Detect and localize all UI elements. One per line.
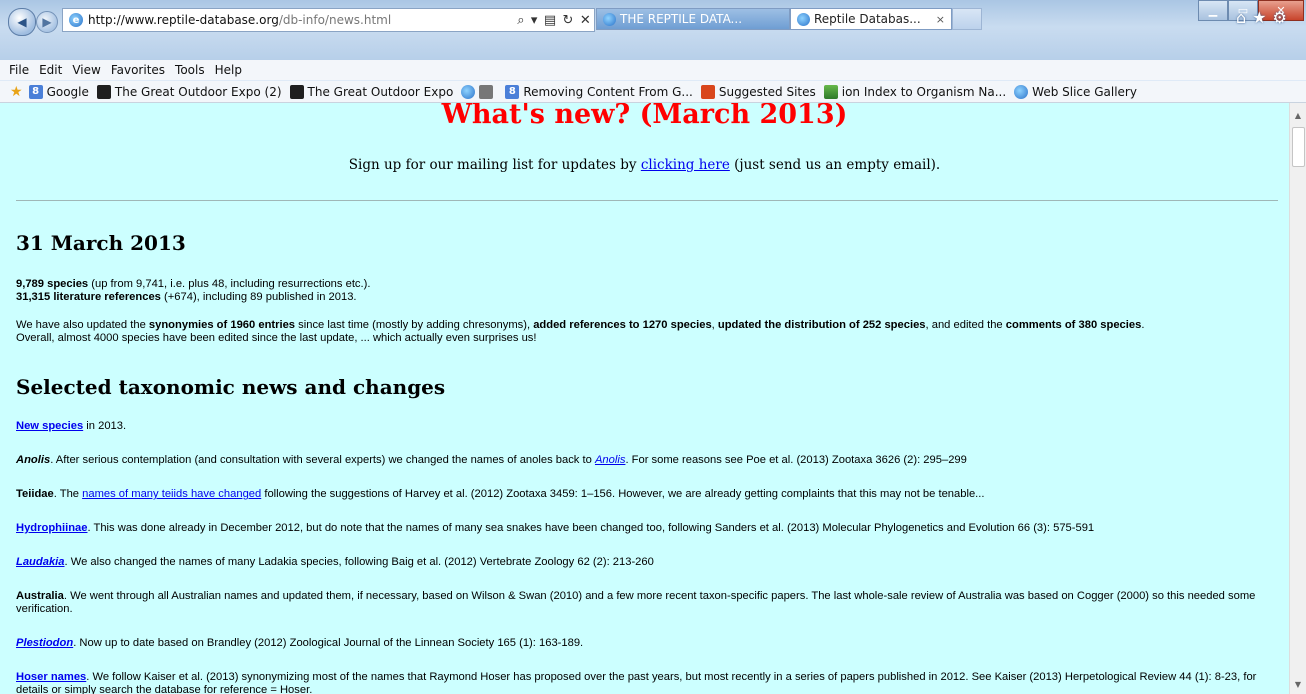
favorite-ion-index[interactable]: ion Index to Organism Na... xyxy=(823,84,1006,99)
news-new-species: New species in 2013. xyxy=(16,420,127,432)
address-tools: ⌕ ▾ ▤ ↻ ✕ xyxy=(514,8,595,32)
news-hoser: Hoser names. We follow Kaiser et al. (20… xyxy=(16,671,1257,694)
hoser-names-link[interactable]: Hoser names xyxy=(16,671,86,683)
ie-icon xyxy=(1014,84,1029,99)
laudakia-link[interactable]: Laudakia xyxy=(16,556,65,568)
horizontal-rule xyxy=(16,200,1278,201)
dark-square-icon xyxy=(96,84,111,99)
ie-tab-icon xyxy=(797,12,810,26)
favorite-outdoor-expo[interactable]: The Great Outdoor Expo xyxy=(289,84,453,99)
page-viewport: What's new? (March 2013) Sign up for our… xyxy=(0,103,1289,694)
ie-tab-icon xyxy=(603,12,616,26)
plestiodon-link[interactable]: Plestiodon xyxy=(16,637,73,649)
browser-title-bar: ▁ ▭ ✕ ◀ ▶ e http://www.reptile-database.… xyxy=(0,0,1306,60)
hydrophiinae-link[interactable]: Hydrophiinae xyxy=(16,522,87,534)
favorite-ie-feeds[interactable] xyxy=(461,84,497,99)
google-icon: 8 xyxy=(28,84,43,99)
toolbar-right-icons: ⌂ ★ ⚙ xyxy=(1236,8,1287,27)
favorite-removing-content[interactable]: 8 Removing Content From G... xyxy=(505,84,693,99)
forward-arrow-icon: ▶ xyxy=(42,15,52,29)
tab-reptile-database-active[interactable]: Reptile Databas... × xyxy=(790,8,952,30)
new-tab-button[interactable] xyxy=(952,8,982,30)
dropdown-icon[interactable]: ▾ xyxy=(531,13,538,28)
back-button[interactable]: ◀ xyxy=(8,8,36,36)
menu-view[interactable]: View xyxy=(67,63,105,77)
gear-icon[interactable]: ⚙ xyxy=(1273,8,1287,27)
menu-edit[interactable]: Edit xyxy=(34,63,67,77)
add-favorite-star-icon[interactable]: ★ xyxy=(10,84,23,100)
favorite-web-slice-gallery[interactable]: Web Slice Gallery xyxy=(1014,84,1137,99)
home-icon[interactable]: ⌂ xyxy=(1236,8,1246,27)
news-teiidae: Teiidae. The names of many teiids have c… xyxy=(16,488,985,500)
stop-icon[interactable]: ✕ xyxy=(580,13,591,28)
menu-bar: File Edit View Favorites Tools Help xyxy=(0,60,1306,80)
anolis-link[interactable]: Anolis xyxy=(595,454,625,466)
mailing-list-link[interactable]: clicking here xyxy=(641,157,730,173)
address-bar[interactable]: e http://www.reptile-database.org/db-inf… xyxy=(62,8,516,32)
dark-square-icon xyxy=(289,84,304,99)
google-icon: 8 xyxy=(505,84,520,99)
update-paragraph: We have also updated the synonymies of 1… xyxy=(16,319,1145,344)
menu-tools[interactable]: Tools xyxy=(170,63,210,77)
search-icon[interactable]: ⌕ xyxy=(517,13,524,28)
scroll-down-arrow-icon[interactable]: ▼ xyxy=(1290,676,1306,692)
scroll-thumb[interactable] xyxy=(1292,127,1305,167)
url-path: /db-info/news.html xyxy=(278,13,392,27)
stats-paragraph: 9,789 species (up from 9,741, i.e. plus … xyxy=(16,278,371,303)
scroll-up-arrow-icon[interactable]: ▲ xyxy=(1290,107,1306,123)
news-hydrophiinae: Hydrophiinae. This was done already in D… xyxy=(16,522,1095,534)
news-australia: Australia. We went through all Australia… xyxy=(16,590,1256,615)
minimize-button[interactable]: ▁ xyxy=(1198,0,1228,21)
favorite-suggested-sites[interactable]: Suggested Sites xyxy=(700,84,816,99)
favorites-bar: ★ 8 Google The Great Outdoor Expo (2) The… xyxy=(0,81,1306,103)
menu-favorites[interactable]: Favorites xyxy=(106,63,170,77)
ion-icon xyxy=(823,84,838,99)
selected-news-heading: Selected taxonomic news and changes xyxy=(16,375,446,399)
news-laudakia: Laudakia. We also changed the names of m… xyxy=(16,556,654,568)
teiids-link[interactable]: names of many teiids have changed xyxy=(82,488,261,500)
news-plestiodon: Plestiodon. Now up to date based on Bran… xyxy=(16,637,584,649)
tab-label: Reptile Databas... xyxy=(814,12,921,26)
menu-file[interactable]: File xyxy=(0,63,34,77)
mailing-list-text: Sign up for our mailing list for updates… xyxy=(348,157,941,173)
tab-label: THE REPTILE DATA... xyxy=(620,12,743,26)
tab-close-icon[interactable]: × xyxy=(936,13,945,26)
new-species-link[interactable]: New species xyxy=(16,420,83,432)
page-title: What's new? (March 2013) xyxy=(441,103,848,130)
date-heading: 31 March 2013 xyxy=(16,231,186,255)
menu-help[interactable]: Help xyxy=(210,63,247,77)
forward-button[interactable]: ▶ xyxy=(36,11,58,33)
favorite-outdoor-expo-2[interactable]: The Great Outdoor Expo (2) xyxy=(96,84,282,99)
ie-page-icon: e xyxy=(69,13,83,27)
suggested-sites-icon xyxy=(700,84,715,99)
vertical-scrollbar[interactable]: ▲ ▼ xyxy=(1289,103,1306,694)
url-host: http://www.reptile-database.org xyxy=(88,13,279,27)
back-arrow-icon: ◀ xyxy=(17,15,27,29)
ie-icon xyxy=(461,84,476,99)
tab-reptile-data[interactable]: THE REPTILE DATA... xyxy=(596,8,790,30)
refresh-icon[interactable]: ↻ xyxy=(563,13,574,28)
favorites-star-icon[interactable]: ★ xyxy=(1252,8,1266,27)
news-anolis: Anolis. After serious contemplation (and… xyxy=(16,454,967,466)
compatibility-view-icon[interactable]: ▤ xyxy=(544,13,556,28)
favorite-google[interactable]: 8 Google xyxy=(28,84,89,99)
feed-icon xyxy=(479,84,494,99)
